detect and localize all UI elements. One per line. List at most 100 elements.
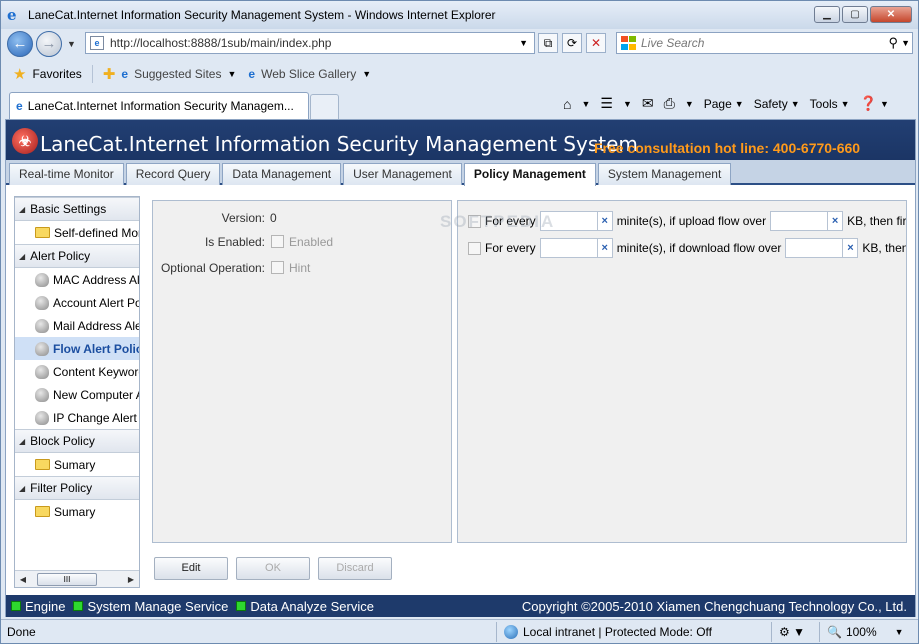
tab-realtime-monitor[interactable]: Real-time Monitor — [9, 163, 124, 185]
address-bar[interactable]: e http://localhost:8888/1sub/main/index.… — [85, 32, 535, 54]
download-minutes-input[interactable] — [539, 238, 598, 258]
clear-upload-kb-icon[interactable]: × — [827, 211, 844, 231]
forward-button[interactable]: → — [36, 31, 62, 57]
mail-icon[interactable]: ✉ — [642, 95, 654, 112]
edit-button[interactable]: Edit — [154, 557, 228, 580]
download-kb-input[interactable] — [785, 238, 844, 258]
sidebar-item-content-keyword[interactable]: Content Keyword — [15, 360, 139, 383]
safety-dropdown-icon[interactable]: ▼ — [791, 99, 800, 109]
scroll-left-icon[interactable]: ◀ — [15, 575, 31, 584]
browser-tab-title[interactable]: LaneCat.Internet Information Security Ma… — [28, 99, 294, 113]
hotline-text: Free consultation hot line: 400-6770-660 — [594, 140, 861, 156]
ok-button[interactable]: OK — [236, 557, 310, 580]
tools-menu[interactable]: Tools — [810, 97, 838, 111]
sidebar-item-block-summary[interactable]: Sumary — [15, 453, 139, 476]
analyze-service-label: Data Analyze Service — [250, 598, 374, 614]
protected-mode-icon[interactable]: ⚙ ▼ — [779, 625, 805, 639]
home-dropdown-icon[interactable]: ▼ — [581, 99, 590, 109]
sidebar-scrollbar[interactable]: ◀ III ▶ — [15, 570, 139, 587]
print-icon[interactable]: ⎙ — [664, 95, 675, 112]
status-divider — [496, 622, 497, 642]
sidebar-item-flow-alert[interactable]: Flow Alert Policy — [15, 337, 139, 360]
section-alert-policy[interactable]: ◢ Alert Policy — [15, 244, 139, 268]
web-slice-gallery-link[interactable]: Web Slice Gallery — [261, 67, 356, 81]
page-menu[interactable]: Page — [704, 97, 732, 111]
section-block-policy[interactable]: ◢ Block Policy — [15, 429, 139, 453]
scroll-right-icon[interactable]: ▶ — [123, 575, 139, 584]
clear-download-kb-icon[interactable]: × — [842, 238, 859, 258]
sidebar-item-self-defined[interactable]: Self-defined Monit — [15, 221, 139, 244]
collapse-triangle-icon: ◢ — [19, 483, 26, 493]
suggested-sites-dropdown-icon[interactable]: ▼ — [227, 69, 236, 79]
discard-button[interactable]: Discard — [318, 557, 392, 580]
section-filter-policy[interactable]: ◢ Filter Policy — [15, 476, 139, 500]
bell-icon — [35, 295, 49, 310]
url-text[interactable]: http://localhost:8888/1sub/main/index.ph… — [110, 36, 331, 50]
upload-suffix: KB, then fire a — [847, 214, 907, 228]
back-button[interactable]: ← — [7, 31, 33, 57]
section-basic-settings[interactable]: ◢ Basic Settings — [15, 197, 139, 221]
sidebar-item-mail-alert[interactable]: Mail Address Aler — [15, 314, 139, 337]
optional-row: Optional Operation: Hint — [153, 261, 310, 275]
compatibility-view-icon[interactable]: ⧉ — [538, 33, 558, 53]
search-dropdown-icon[interactable]: ▼ — [901, 38, 910, 48]
favorites-divider — [91, 65, 93, 83]
collapse-triangle-icon: ◢ — [19, 204, 26, 214]
help-dropdown-icon[interactable]: ▼ — [880, 99, 889, 109]
new-tab-button[interactable] — [310, 94, 339, 119]
download-suffix: KB, then fi — [862, 241, 907, 255]
close-window-button[interactable]: ✕ — [870, 6, 912, 23]
suggested-sites-link[interactable]: Suggested Sites — [134, 67, 221, 81]
tab-record-query[interactable]: Record Query — [125, 163, 221, 185]
download-rule-checkbox[interactable] — [468, 241, 481, 255]
tab-policy-management[interactable]: Policy Management — [463, 163, 596, 186]
address-dropdown-icon[interactable]: ▼ — [519, 38, 528, 48]
refresh-icon[interactable]: ⟳ — [562, 33, 582, 53]
optional-label: Optional Operation: — [160, 261, 265, 275]
sidebar-item-ip-change[interactable]: IP Change Alert Po — [15, 406, 139, 429]
upload-kb-input[interactable] — [770, 211, 829, 231]
sidebar-item-account-alert[interactable]: Account Alert Poli — [15, 291, 139, 314]
sidebar-item-label: Flow Alert Policy — [53, 341, 139, 356]
hint-checkbox[interactable] — [271, 261, 284, 274]
help-icon[interactable]: ❓ — [860, 95, 877, 112]
minimize-button[interactable]: ▁ — [814, 6, 840, 23]
sidebar-item-mac-alert[interactable]: MAC Address Ale — [15, 268, 139, 291]
stop-icon[interactable]: ✕ — [586, 33, 606, 53]
tab-system-management[interactable]: System Management — [597, 163, 732, 185]
system-service-status-icon — [73, 601, 84, 611]
safety-menu[interactable]: Safety — [754, 97, 788, 111]
sidebar-item-label: Account Alert Poli — [53, 295, 139, 310]
page-icon: e — [90, 36, 104, 50]
web-slice-dropdown-icon[interactable]: ▼ — [362, 69, 371, 79]
sidebar-item-label: IP Change Alert Po — [53, 410, 139, 425]
page-dropdown-icon[interactable]: ▼ — [735, 99, 744, 109]
search-box[interactable]: Live Search ⚲ ▼ — [616, 32, 913, 54]
live-search-logo-icon — [621, 36, 637, 50]
print-dropdown-icon[interactable]: ▼ — [685, 99, 694, 109]
search-icon[interactable]: ⚲ — [888, 35, 898, 51]
scroll-thumb[interactable]: III — [37, 572, 97, 586]
sidebar-item-new-computer[interactable]: New Computer Al — [15, 383, 139, 406]
browser-tab[interactable]: e LaneCat.Internet Information Security … — [9, 92, 309, 119]
sidebar-item-filter-summary[interactable]: Sumary — [15, 500, 139, 523]
tools-dropdown-icon[interactable]: ▼ — [841, 99, 850, 109]
recent-pages-dropdown-icon[interactable]: ▼ — [67, 39, 76, 49]
sidebar-item-label: MAC Address Ale — [53, 272, 139, 287]
feeds-dropdown-icon[interactable]: ▼ — [623, 99, 632, 109]
zoom-dropdown-icon[interactable]: ▼ — [895, 627, 904, 637]
tab-data-management[interactable]: Data Management — [222, 163, 342, 185]
clear-upload-minutes-icon[interactable]: × — [596, 211, 613, 231]
zoom-control[interactable]: 🔍 100% ▼ — [827, 625, 904, 639]
favorites-button[interactable]: Favorites — [32, 67, 81, 81]
clear-download-minutes-icon[interactable]: × — [596, 238, 613, 258]
maximize-button[interactable]: ▢ — [842, 6, 868, 23]
favorites-star-icon[interactable]: ★ — [13, 65, 26, 83]
bell-icon — [35, 364, 49, 379]
enabled-checkbox[interactable] — [271, 235, 284, 248]
home-icon[interactable]: ⌂ — [563, 96, 571, 112]
security-zone[interactable]: Local intranet | Protected Mode: Off — [504, 624, 712, 639]
feeds-icon[interactable]: ☰ — [600, 95, 613, 112]
tab-user-management[interactable]: User Management — [343, 163, 462, 185]
add-favorites-icon[interactable]: ✚ — [103, 65, 116, 83]
